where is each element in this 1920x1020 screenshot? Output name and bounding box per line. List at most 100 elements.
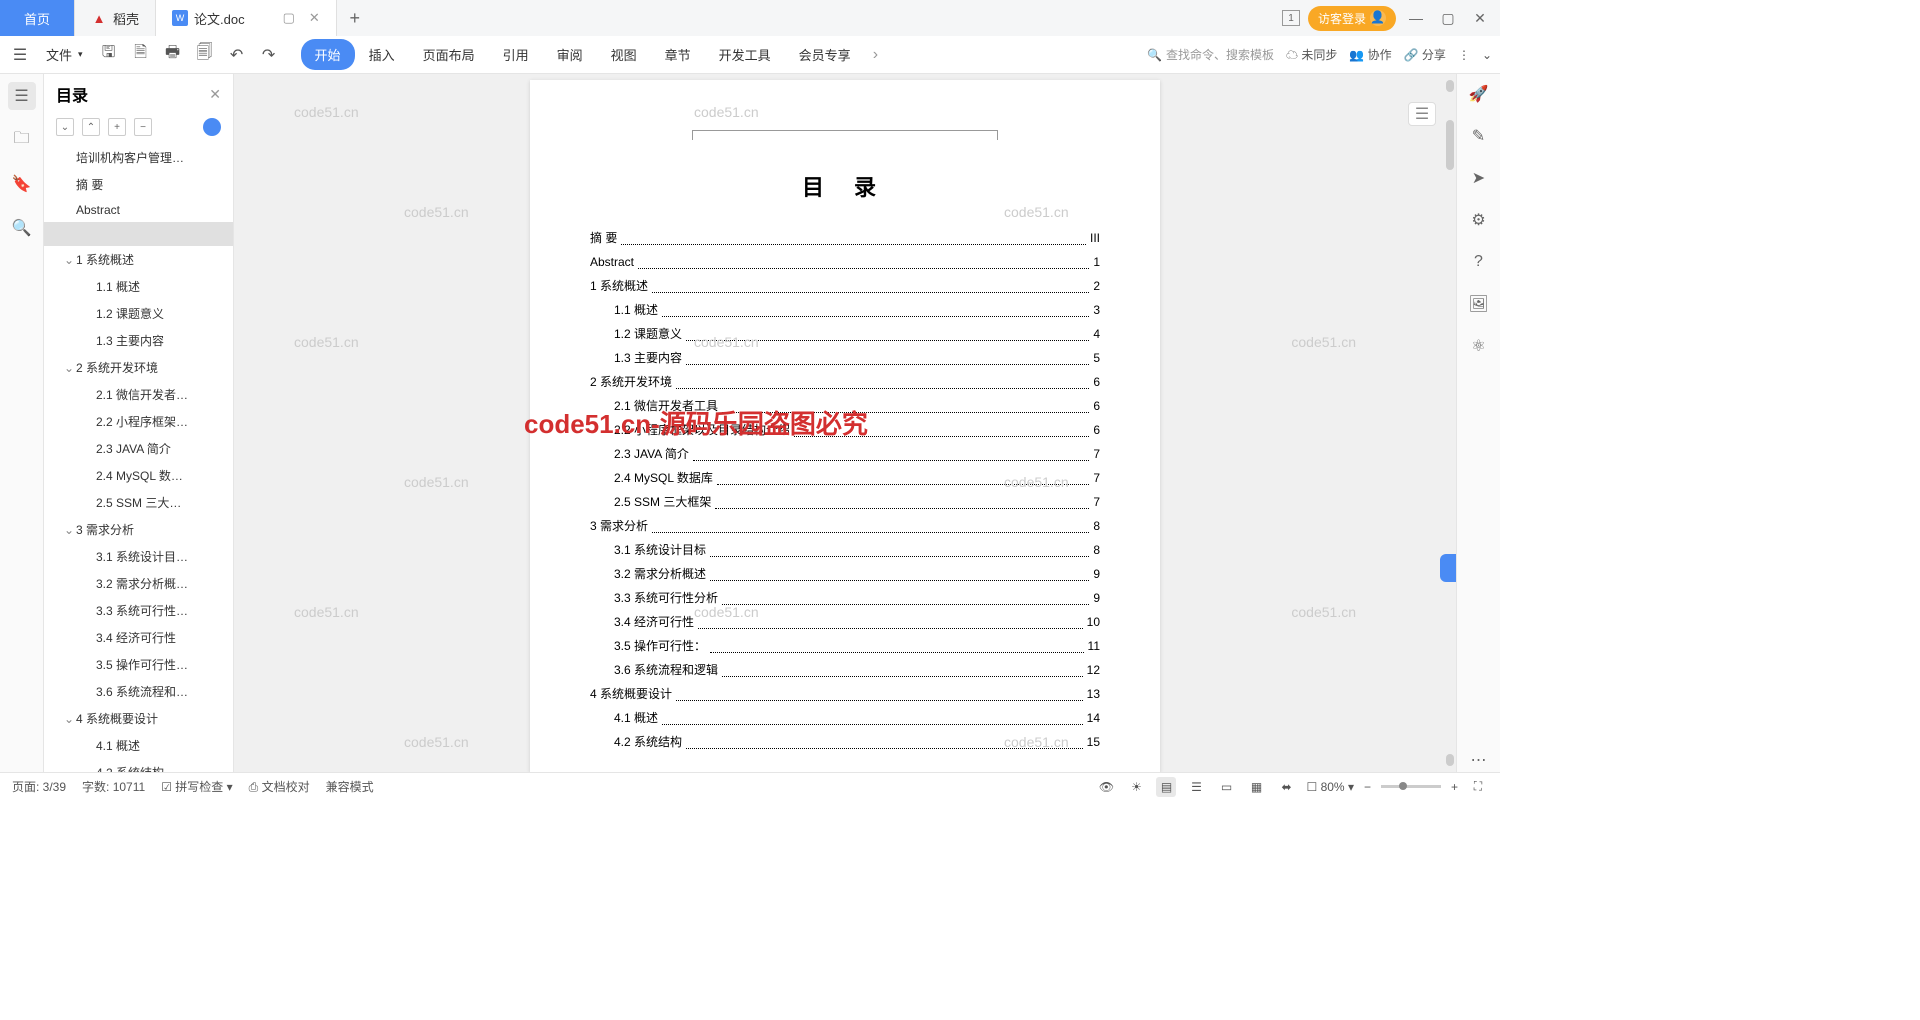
help-icon[interactable]: ?	[1467, 250, 1491, 274]
zoom-level[interactable]: ☐ 80% ▾	[1306, 780, 1353, 794]
status-page[interactable]: 页面: 3/39	[12, 778, 66, 795]
vertical-scrollbar[interactable]	[1446, 80, 1454, 766]
outline-item[interactable]: 3.3 系统可行性…	[44, 597, 233, 624]
outline-item[interactable]: ⌄4 系统概要设计	[44, 705, 233, 732]
menu-tab-7[interactable]: 开发工具	[705, 39, 785, 70]
sync-status[interactable]: ☁ 未同步	[1286, 46, 1337, 63]
clipboard-icon[interactable]: 🗀	[8, 126, 36, 154]
saveas-icon[interactable]: 🗎	[129, 43, 153, 67]
outline-close-icon[interactable]: ✕	[209, 86, 221, 103]
rocket-icon[interactable]: 🚀	[1467, 82, 1491, 106]
file-menu[interactable]: 文件▾	[40, 45, 89, 64]
tab-home[interactable]: 首页	[0, 0, 75, 36]
menu-tab-0[interactable]: 开始	[301, 39, 355, 70]
window-num-icon[interactable]: 1	[1282, 10, 1300, 26]
outline-item[interactable]: 1.3 主要内容	[44, 327, 233, 354]
image-icon[interactable]: 🖼	[1467, 292, 1491, 316]
outline-item[interactable]: 2.3 JAVA 简介	[44, 435, 233, 462]
more-tools-icon[interactable]: ⋯	[1467, 748, 1491, 772]
bookmark-icon[interactable]: 🔖	[8, 170, 36, 198]
menu-tab-1[interactable]: 插入	[355, 39, 409, 70]
tab-daoke[interactable]: ▲ 稻壳	[75, 0, 156, 36]
print-icon[interactable]: 🖶	[161, 43, 185, 67]
redo-icon[interactable]: ↷	[257, 43, 281, 67]
new-tab-button[interactable]: +	[337, 8, 373, 29]
outline-item[interactable]: Abstract	[44, 198, 233, 222]
search-box[interactable]: 🔍 查找命令、搜索模板	[1147, 46, 1274, 63]
status-compat[interactable]: 兼容模式	[326, 778, 374, 795]
outline-item[interactable]: 3.4 经济可行性	[44, 624, 233, 651]
maximize-icon[interactable]: ▢	[1436, 6, 1460, 30]
outline-view-icon[interactable]: ☰	[1186, 777, 1206, 797]
undo-icon[interactable]: ↶	[225, 43, 249, 67]
outline-item[interactable]: 2.2 小程序框架…	[44, 408, 233, 435]
outline-item[interactable]: 2.1 微信开发者…	[44, 381, 233, 408]
login-button[interactable]: 访客登录 👤	[1308, 6, 1396, 31]
add-level-icon[interactable]: +	[108, 118, 126, 136]
outline-item[interactable]: 2.5 SSM 三大…	[44, 489, 233, 516]
outline-item[interactable]: ⌄3 需求分析	[44, 516, 233, 543]
status-words[interactable]: 字数: 10711	[82, 778, 145, 795]
collab-button[interactable]: 👥 协作	[1349, 46, 1391, 63]
atom-icon[interactable]: ⚛	[1467, 334, 1491, 358]
outline-item[interactable]: 摘 要	[44, 171, 233, 198]
tab-document[interactable]: W 论文.doc ▢ ✕	[156, 0, 337, 36]
outline-item[interactable]: 3.5 操作可行性…	[44, 651, 233, 678]
zoom-out-icon[interactable]: −	[1364, 780, 1371, 794]
outline-badge-icon[interactable]	[203, 118, 221, 136]
pencil-icon[interactable]: ✎	[1467, 124, 1491, 148]
close-icon[interactable]: ✕	[309, 10, 320, 26]
share-button[interactable]: 🔗 分享	[1404, 46, 1446, 63]
more-icon[interactable]: ⋮	[1458, 48, 1470, 62]
scroll-bottom-icon[interactable]	[1446, 754, 1454, 766]
bookmark-button[interactable]: ☰	[1408, 102, 1436, 126]
chevron-right-icon[interactable]: ›	[873, 46, 878, 64]
outline-item[interactable]: 4.2 系统结构	[44, 759, 233, 772]
scroll-thumb[interactable]	[1446, 120, 1454, 170]
save-icon[interactable]: 🖫	[97, 43, 121, 67]
preview-icon[interactable]: 🗐	[193, 43, 217, 67]
outline-item[interactable]: ⌄2 系统开发环境	[44, 354, 233, 381]
outline-item[interactable]: 3.2 需求分析概…	[44, 570, 233, 597]
hamburger-icon[interactable]: ☰	[8, 43, 32, 67]
outline-item[interactable]: ⌄1 系统概述	[44, 246, 233, 273]
outline-item[interactable]: 4.1 概述	[44, 732, 233, 759]
page-view-icon[interactable]: ▤	[1156, 777, 1176, 797]
menu-tab-4[interactable]: 审阅	[543, 39, 597, 70]
scroll-top-icon[interactable]	[1446, 80, 1454, 92]
remove-level-icon[interactable]: −	[134, 118, 152, 136]
outline-item[interactable]: 3.6 系统流程和…	[44, 678, 233, 705]
outline-item[interactable]: 培训机构客户管理…	[44, 144, 233, 171]
outline-item[interactable]: 1.2 课题意义	[44, 300, 233, 327]
zoom-slider[interactable]	[1381, 785, 1441, 788]
sun-icon[interactable]: ☀	[1126, 777, 1146, 797]
eye-icon[interactable]: 👁	[1096, 777, 1116, 797]
outline-nav-icon[interactable]: ☰	[8, 82, 36, 110]
fullscreen-icon[interactable]: ⛶	[1468, 777, 1488, 797]
status-spellcheck[interactable]: ☑ 拼写检查 ▾	[161, 778, 232, 795]
collapse-icon[interactable]: ⌄	[1482, 48, 1492, 62]
close-window-icon[interactable]: ✕	[1468, 6, 1492, 30]
outline-item[interactable]: 3.1 系统设计目…	[44, 543, 233, 570]
web-view-icon[interactable]: ▦	[1246, 777, 1266, 797]
cursor-icon[interactable]: ➤	[1467, 166, 1491, 190]
menu-tab-3[interactable]: 引用	[489, 39, 543, 70]
status-proofread[interactable]: ⎙ 文档校对	[249, 778, 310, 795]
menu-tab-5[interactable]: 视图	[597, 39, 651, 70]
document-area[interactable]: code51.cn code51.cn code51.cn code51.cn …	[234, 74, 1456, 772]
tab-screen-icon[interactable]: ▢	[283, 10, 295, 26]
outline-item[interactable]: 2.4 MySQL 数…	[44, 462, 233, 489]
outline-item[interactable]	[44, 222, 233, 246]
outline-item[interactable]: 1.1 概述	[44, 273, 233, 300]
fit-width-icon[interactable]: ⬌	[1276, 777, 1296, 797]
zoom-in-icon[interactable]: +	[1451, 780, 1458, 794]
reading-view-icon[interactable]: ▭	[1216, 777, 1236, 797]
menu-tab-6[interactable]: 章节	[651, 39, 705, 70]
search-nav-icon[interactable]: 🔍	[8, 214, 36, 242]
collapse-all-icon[interactable]: ⌄	[56, 118, 74, 136]
menu-tab-8[interactable]: 会员专享	[785, 39, 865, 70]
expand-all-icon[interactable]: ⌃	[82, 118, 100, 136]
settings-icon[interactable]: ⚙	[1467, 208, 1491, 232]
side-tab-icon[interactable]	[1440, 554, 1456, 582]
minimize-icon[interactable]: —	[1404, 6, 1428, 30]
